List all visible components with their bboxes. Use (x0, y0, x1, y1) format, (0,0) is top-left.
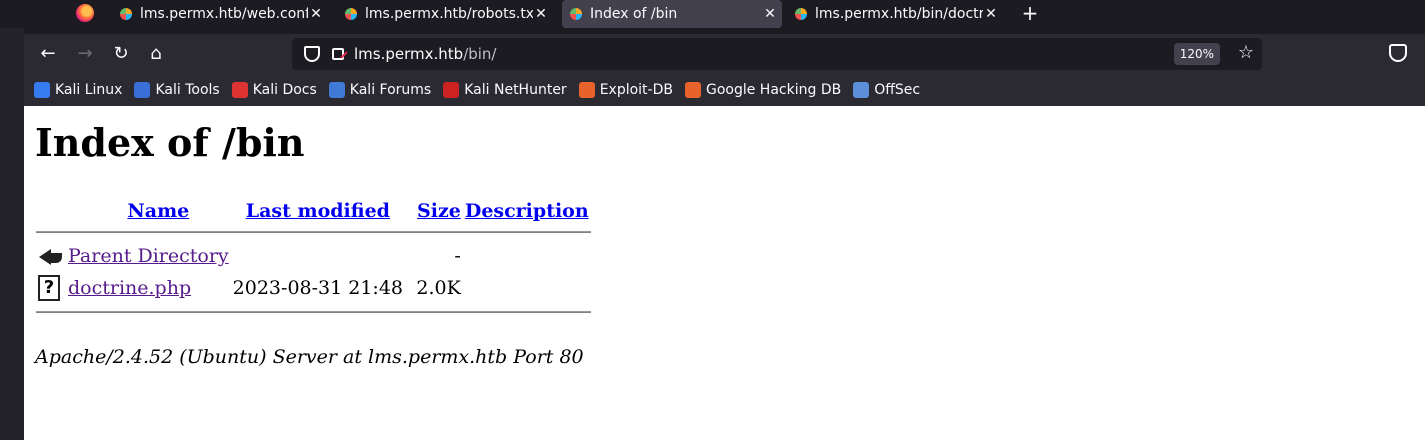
zoom-level-badge[interactable]: 120% (1173, 43, 1220, 65)
insecure-lock-icon[interactable] (332, 48, 344, 60)
horizontal-rule (36, 231, 591, 233)
tracking-shield-icon[interactable] (304, 46, 320, 62)
new-tab-button[interactable]: + (1018, 2, 1042, 26)
sort-by-size-link[interactable]: Size (417, 200, 461, 222)
description-column-header: Description (463, 198, 591, 224)
tab-web-config[interactable]: lms.permx.htb/web.config ✕ (112, 0, 328, 28)
bookmarks-toolbar: Kali Linux Kali Tools Kali Docs Kali For… (24, 74, 1425, 106)
bookmark-star-icon[interactable]: ☆ (1238, 42, 1254, 63)
sort-by-description-link[interactable]: Description (465, 200, 589, 222)
sort-by-last-modified-link[interactable]: Last modified (246, 200, 390, 222)
table-row: Parent Directory - (36, 240, 591, 272)
back-icon (38, 245, 64, 267)
close-icon[interactable]: ✕ (762, 6, 778, 22)
bookmark-kali-nethunter[interactable]: Kali NetHunter (443, 82, 567, 98)
bookmark-exploit-db[interactable]: Exploit-DB (578, 82, 673, 98)
reload-button[interactable]: ↻ (107, 40, 135, 68)
window-left-edge (0, 0, 24, 440)
tab-label: lms.permx.htb/robots.txt (365, 6, 533, 22)
directory-listing-table: Name Last modified Size Description Pare… (36, 198, 591, 320)
tab-index-of-bin[interactable]: Index of /bin ✕ (562, 0, 782, 28)
offsec-icon (853, 82, 870, 98)
close-icon[interactable]: ✕ (983, 6, 999, 22)
size-column-header: Size (405, 198, 463, 224)
close-icon[interactable]: ✕ (533, 6, 549, 22)
page-title: Index of /bin (35, 120, 305, 165)
sort-by-name-link[interactable]: Name (127, 200, 189, 222)
icon-column-header (36, 198, 66, 224)
tab-label: lms.permx.htb/bin/doctrine.php (815, 6, 983, 22)
site-favicon-icon (343, 6, 359, 22)
table-header-row: Name Last modified Size Description (36, 198, 591, 224)
size-cell: - (454, 245, 461, 267)
site-favicon-icon (118, 6, 134, 22)
description-cell (463, 272, 591, 304)
bookmark-kali-linux[interactable]: Kali Linux (34, 82, 122, 98)
size-cell: 2.0K (416, 277, 461, 299)
close-icon[interactable]: ✕ (308, 6, 324, 22)
site-favicon-icon (568, 6, 584, 22)
kali-tools-icon (134, 82, 151, 98)
tab-strip: lms.permx.htb/web.config ✕ lms.permx.htb… (0, 0, 1425, 28)
last-modified-cell: 2023-08-31 21:48 (232, 277, 404, 299)
nethunter-icon (443, 82, 460, 98)
kali-docs-icon (231, 82, 248, 98)
google-hacking-db-icon (684, 82, 701, 98)
firefox-logo-icon[interactable] (76, 4, 94, 22)
tab-label: lms.permx.htb/web.config (140, 6, 308, 22)
doctrine-php-link[interactable]: doctrine.php (68, 277, 191, 299)
horizontal-rule (36, 311, 591, 313)
tab-label: Index of /bin (590, 6, 678, 22)
site-favicon-icon (793, 6, 809, 22)
server-signature: Apache/2.4.52 (Ubuntu) Server at lms.per… (35, 346, 584, 368)
url-bar[interactable]: lms.permx.htb/bin/ 120% ☆ (292, 38, 1262, 70)
last-modified-cell (231, 240, 405, 272)
unknown-file-icon: ? (38, 275, 60, 301)
forward-button[interactable]: → (71, 40, 99, 68)
last-modified-column-header: Last modified (231, 198, 405, 224)
kali-dragon-icon (34, 82, 50, 98)
exploit-db-icon (578, 82, 595, 98)
separator-row (36, 304, 591, 320)
description-cell (463, 240, 591, 272)
bookmark-kali-tools[interactable]: Kali Tools (134, 82, 220, 98)
navigation-toolbar: ← → ↻ ⌂ lms.permx.htb/bin/ 120% ☆ (24, 34, 1425, 74)
url-text[interactable]: lms.permx.htb/bin/ (354, 45, 497, 63)
home-button[interactable]: ⌂ (142, 40, 170, 68)
separator-row (36, 224, 591, 240)
bookmark-google-hacking-db[interactable]: Google Hacking DB (684, 82, 841, 98)
bookmark-kali-docs[interactable]: Kali Docs (231, 82, 317, 98)
page-content: Index of /bin Name Last modified Size De… (24, 106, 1425, 440)
tab-doctrine[interactable]: lms.permx.htb/bin/doctrine.php ✕ (787, 0, 1003, 28)
back-button[interactable]: ← (34, 40, 62, 68)
name-column-header: Name (66, 198, 231, 224)
pocket-icon[interactable] (1389, 44, 1407, 62)
tab-robots[interactable]: lms.permx.htb/robots.txt ✕ (337, 0, 553, 28)
kali-forums-icon (328, 82, 345, 98)
bookmark-kali-forums[interactable]: Kali Forums (328, 82, 431, 98)
parent-directory-link[interactable]: Parent Directory (68, 245, 229, 267)
table-row: ? doctrine.php 2023-08-31 21:48 2.0K (36, 272, 591, 304)
bookmark-offsec[interactable]: OffSec (853, 82, 920, 98)
